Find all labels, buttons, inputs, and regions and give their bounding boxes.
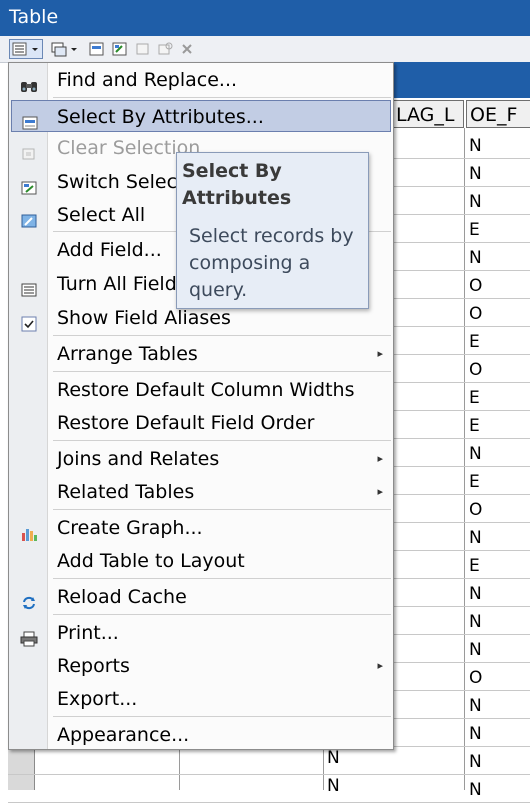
menu-item-label: Reports	[57, 655, 130, 677]
select-by-attributes-tooltip: Select By Attributes Select records by c…	[176, 152, 369, 309]
reload-icon	[20, 589, 38, 610]
menu-item-joins-and-relates[interactable]: Joins and Relates ▸	[11, 443, 391, 475]
menu-item-label: Restore Default Column Widths	[57, 379, 355, 401]
menu-item-restore-default-field-order[interactable]: Restore Default Field Order	[11, 407, 391, 439]
submenu-arrow-icon: ▸	[377, 347, 383, 360]
grid-cell[interactable]: E	[469, 552, 480, 580]
grid-cell[interactable]: N	[327, 772, 340, 800]
column-header-label: OE_F	[470, 104, 518, 126]
delete-selected-toolbar-icon[interactable]	[178, 39, 196, 59]
column-header-oe-f[interactable]: OE_F	[466, 100, 530, 128]
turn-fields-on-icon	[20, 276, 38, 297]
menu-separator	[53, 371, 391, 372]
menu-item-export[interactable]: Export...	[11, 683, 391, 715]
submenu-arrow-icon: ▸	[377, 485, 383, 498]
menu-item-label: Restore Default Field Order	[57, 412, 315, 434]
tooltip-title: Select By Attributes	[182, 160, 292, 209]
grid-cell[interactable]: O	[469, 272, 482, 300]
grid-cell[interactable]: N	[469, 440, 482, 468]
row-divider	[8, 774, 530, 775]
window-title: Table	[9, 6, 59, 28]
grid-cell[interactable]: N	[469, 244, 482, 272]
grid-cell[interactable]: N	[469, 748, 482, 776]
window-titlebar: Table	[0, 0, 530, 36]
binoculars-icon	[20, 72, 38, 92]
grid-cell[interactable]: O	[469, 300, 482, 328]
menu-separator	[53, 335, 391, 336]
menu-item-find-and-replace[interactable]: Find and Replace...	[11, 64, 391, 96]
grid-cell[interactable]: N	[469, 636, 482, 664]
menu-item-label: Joins and Relates	[57, 448, 220, 470]
select-all-icon	[20, 207, 38, 228]
menu-item-arrange-tables[interactable]: Arrange Tables ▸	[11, 338, 391, 370]
grid-cell[interactable]: N	[469, 692, 482, 720]
clear-selection-icon	[20, 140, 38, 160]
menu-item-select-by-attributes[interactable]: Select By Attributes...	[11, 100, 391, 132]
menu-separator	[53, 97, 391, 98]
menu-item-appearance[interactable]: Appearance...	[11, 719, 391, 751]
column-header-label: LAG_L	[396, 104, 455, 126]
menu-item-restore-default-column-widths[interactable]: Restore Default Column Widths	[11, 374, 391, 406]
submenu-arrow-icon: ▸	[377, 452, 383, 465]
menu-separator	[53, 614, 391, 615]
menu-item-label: Arrange Tables	[57, 343, 198, 365]
column-header-lag-l[interactable]: LAG_L	[392, 100, 464, 128]
switch-selection-icon	[20, 174, 38, 195]
grid-cell[interactable]: N	[469, 132, 482, 160]
menu-separator	[53, 716, 391, 717]
grid-cell[interactable]: E	[469, 328, 480, 356]
menu-item-label: Reload Cache	[57, 586, 187, 608]
select-by-attributes-icon	[21, 109, 39, 130]
menu-item-label: Appearance...	[57, 724, 190, 746]
menu-item-print[interactable]: Print...	[11, 617, 391, 649]
table-toolbar	[0, 36, 530, 63]
clear-selection-toolbar-icon[interactable]	[132, 39, 154, 59]
menu-item-label: Related Tables	[57, 481, 195, 503]
menu-item-label: Add Field...	[57, 239, 162, 261]
menu-item-label: Select By Attributes...	[57, 106, 264, 128]
menu-item-create-graph[interactable]: Create Graph...	[11, 512, 391, 544]
menu-item-add-table-to-layout[interactable]: Add Table to Layout	[11, 545, 391, 577]
grid-cell[interactable]: O	[469, 356, 482, 384]
grid-cell[interactable]: E	[469, 412, 480, 440]
menu-item-label: Select All	[57, 204, 146, 226]
grid-cell[interactable]: N	[469, 188, 482, 216]
grid-cell[interactable]: E	[469, 468, 480, 496]
submenu-arrow-icon: ▸	[377, 659, 383, 672]
grid-header-band	[392, 62, 530, 98]
menu-item-label: Find and Replace...	[57, 69, 238, 91]
switch-selection-toolbar-icon[interactable]	[109, 39, 131, 59]
zoom-to-selected-toolbar-icon[interactable]	[155, 39, 177, 59]
menu-item-label: Create Graph...	[57, 517, 203, 539]
printer-icon	[20, 625, 38, 647]
table-options-button[interactable]	[9, 39, 43, 59]
menu-item-reload-cache[interactable]: Reload Cache	[11, 581, 391, 613]
menu-item-reports[interactable]: Reports ▸	[11, 650, 391, 682]
menu-item-label: Export...	[57, 688, 138, 710]
menu-separator	[53, 440, 391, 441]
grid-cell[interactable]: E	[469, 216, 480, 244]
menu-separator	[53, 578, 391, 579]
grid-cell[interactable]: E	[469, 384, 480, 412]
tooltip-body: Select records by composing a query.	[189, 225, 354, 301]
checkbox-icon	[20, 310, 38, 332]
grid-cell[interactable]: N	[469, 524, 482, 552]
menu-item-label: Print...	[57, 622, 119, 644]
bar-chart-icon	[20, 520, 38, 541]
grid-cell[interactable]: O	[469, 664, 482, 692]
menu-item-label: Add Table to Layout	[57, 550, 245, 572]
menu-item-related-tables[interactable]: Related Tables ▸	[11, 476, 391, 508]
grid-cell[interactable]: N	[469, 720, 482, 748]
grid-cell[interactable]: N	[469, 580, 482, 608]
grid-cell[interactable]: N	[469, 608, 482, 636]
grid-cell[interactable]: N	[469, 776, 482, 804]
related-tables-button[interactable]	[48, 39, 82, 59]
select-by-attributes-toolbar-icon[interactable]	[86, 39, 108, 59]
row-divider	[8, 802, 530, 803]
menu-separator	[53, 509, 391, 510]
grid-cell[interactable]: N	[469, 160, 482, 188]
grid-cell[interactable]: O	[469, 496, 482, 524]
